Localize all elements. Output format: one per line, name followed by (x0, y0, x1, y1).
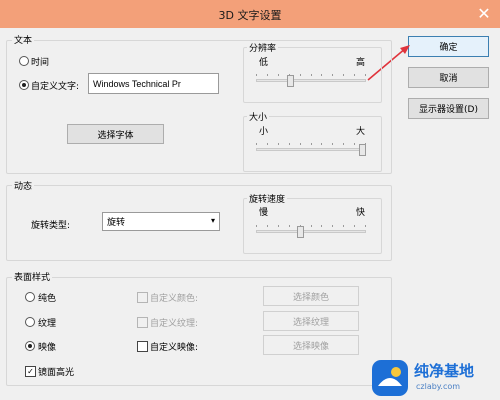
custom-text-radio[interactable] (19, 80, 29, 90)
slider-tick (256, 143, 257, 145)
watermark-logo-icon (372, 360, 408, 396)
watermark: 纯净基地 czlaby.com (370, 358, 500, 400)
choose-texture-button[interactable]: 选择纹理 (263, 311, 359, 331)
slider-track (256, 230, 366, 233)
time-label: 时间 (31, 58, 50, 68)
cancel-button[interactable]: 取消 (408, 67, 489, 88)
watermark-text: 纯净基地 (414, 362, 475, 380)
chevron-down-icon: ▾ (210, 216, 215, 225)
custom-text-input[interactable]: Windows Technical Pr (88, 73, 219, 94)
slider-tick (256, 225, 257, 227)
resolution-slider[interactable] (256, 70, 366, 92)
resolution-label: 分辨率 (247, 41, 279, 54)
custom-texture-label: 自定义纹理: (150, 319, 199, 329)
close-icon[interactable]: ✕ (474, 4, 494, 24)
custom-text-label: 自定义文字: (31, 82, 80, 92)
rotation-type-value: 旋转 (107, 218, 126, 228)
resolution-high-label: 高 (356, 58, 366, 68)
rotation-speed-label: 旋转速度 (247, 192, 288, 205)
slider-tick (289, 143, 290, 145)
choose-font-button[interactable]: 选择字体 (67, 124, 164, 144)
slider-tick (267, 143, 268, 145)
texture-radio[interactable] (25, 317, 35, 327)
slider-tick (311, 143, 312, 145)
choose-reflection-button[interactable]: 选择映像 (263, 335, 359, 355)
time-radio[interactable] (19, 56, 29, 66)
size-slider[interactable] (256, 139, 366, 161)
slider-tick (332, 74, 333, 76)
slider-tick (365, 74, 366, 76)
title-bar: 3D 文字设置 ✕ (0, 0, 500, 28)
slider-tick (354, 74, 355, 76)
rotation-speed-fast-label: 快 (356, 208, 366, 218)
rotation-type-label: 旋转类型: (31, 221, 71, 231)
slider-tick (321, 74, 322, 76)
slider-tick (278, 143, 279, 145)
slider-tick (354, 143, 355, 145)
resolution-low-label: 低 (259, 58, 269, 68)
custom-color-checkbox[interactable] (137, 292, 148, 303)
slider-tick (300, 74, 301, 76)
custom-reflection-label: 自定义映像: (150, 343, 199, 353)
size-label: 大小 (247, 110, 270, 123)
mirror-highlight-label: 镜面高光 (38, 368, 75, 378)
slider-tick (278, 74, 279, 76)
rotation-speed-slow-label: 慢 (259, 208, 269, 218)
slider-tick (343, 74, 344, 76)
mirror-highlight-checkbox[interactable]: ✓ (25, 366, 36, 377)
slider-track (256, 148, 366, 151)
slider-thumb[interactable] (287, 75, 294, 87)
reflection-radio[interactable] (25, 341, 35, 351)
text-group-label: 文本 (12, 33, 35, 46)
slider-tick (332, 143, 333, 145)
slider-tick (343, 225, 344, 227)
surface-group-label: 表面样式 (12, 270, 53, 283)
slider-tick (267, 74, 268, 76)
ok-button[interactable]: 确定 (408, 36, 489, 57)
custom-reflection-checkbox[interactable] (137, 341, 148, 352)
motion-group-label: 动态 (12, 179, 35, 192)
custom-texture-checkbox[interactable] (137, 317, 148, 328)
watermark-sub: czlaby.com (416, 382, 461, 391)
slider-tick (289, 225, 290, 227)
slider-tick (278, 225, 279, 227)
solid-label: 纯色 (38, 294, 57, 304)
slider-tick (311, 74, 312, 76)
slider-tick (300, 143, 301, 145)
slider-tick (365, 225, 366, 227)
reflection-label: 映像 (38, 343, 57, 353)
size-large-label: 大 (356, 127, 366, 137)
slider-thumb[interactable] (297, 226, 304, 238)
slider-tick (321, 225, 322, 227)
slider-track (256, 79, 366, 82)
slider-tick (311, 225, 312, 227)
slider-tick (343, 143, 344, 145)
slider-tick (267, 225, 268, 227)
display-settings-button[interactable]: 显示器设置(D) (408, 98, 489, 119)
window-title: 3D 文字设置 (218, 9, 282, 22)
rotation-type-select[interactable]: 旋转 ▾ (102, 212, 220, 231)
custom-color-label: 自定义颜色: (150, 294, 199, 304)
slider-tick (354, 225, 355, 227)
texture-label: 纹理 (38, 319, 57, 329)
rotation-speed-slider[interactable] (256, 221, 366, 243)
slider-tick (256, 74, 257, 76)
solid-radio[interactable] (25, 292, 35, 302)
slider-thumb[interactable] (359, 144, 366, 156)
choose-color-button[interactable]: 选择颜色 (263, 286, 359, 306)
size-small-label: 小 (259, 127, 269, 137)
slider-tick (321, 143, 322, 145)
slider-tick (332, 225, 333, 227)
